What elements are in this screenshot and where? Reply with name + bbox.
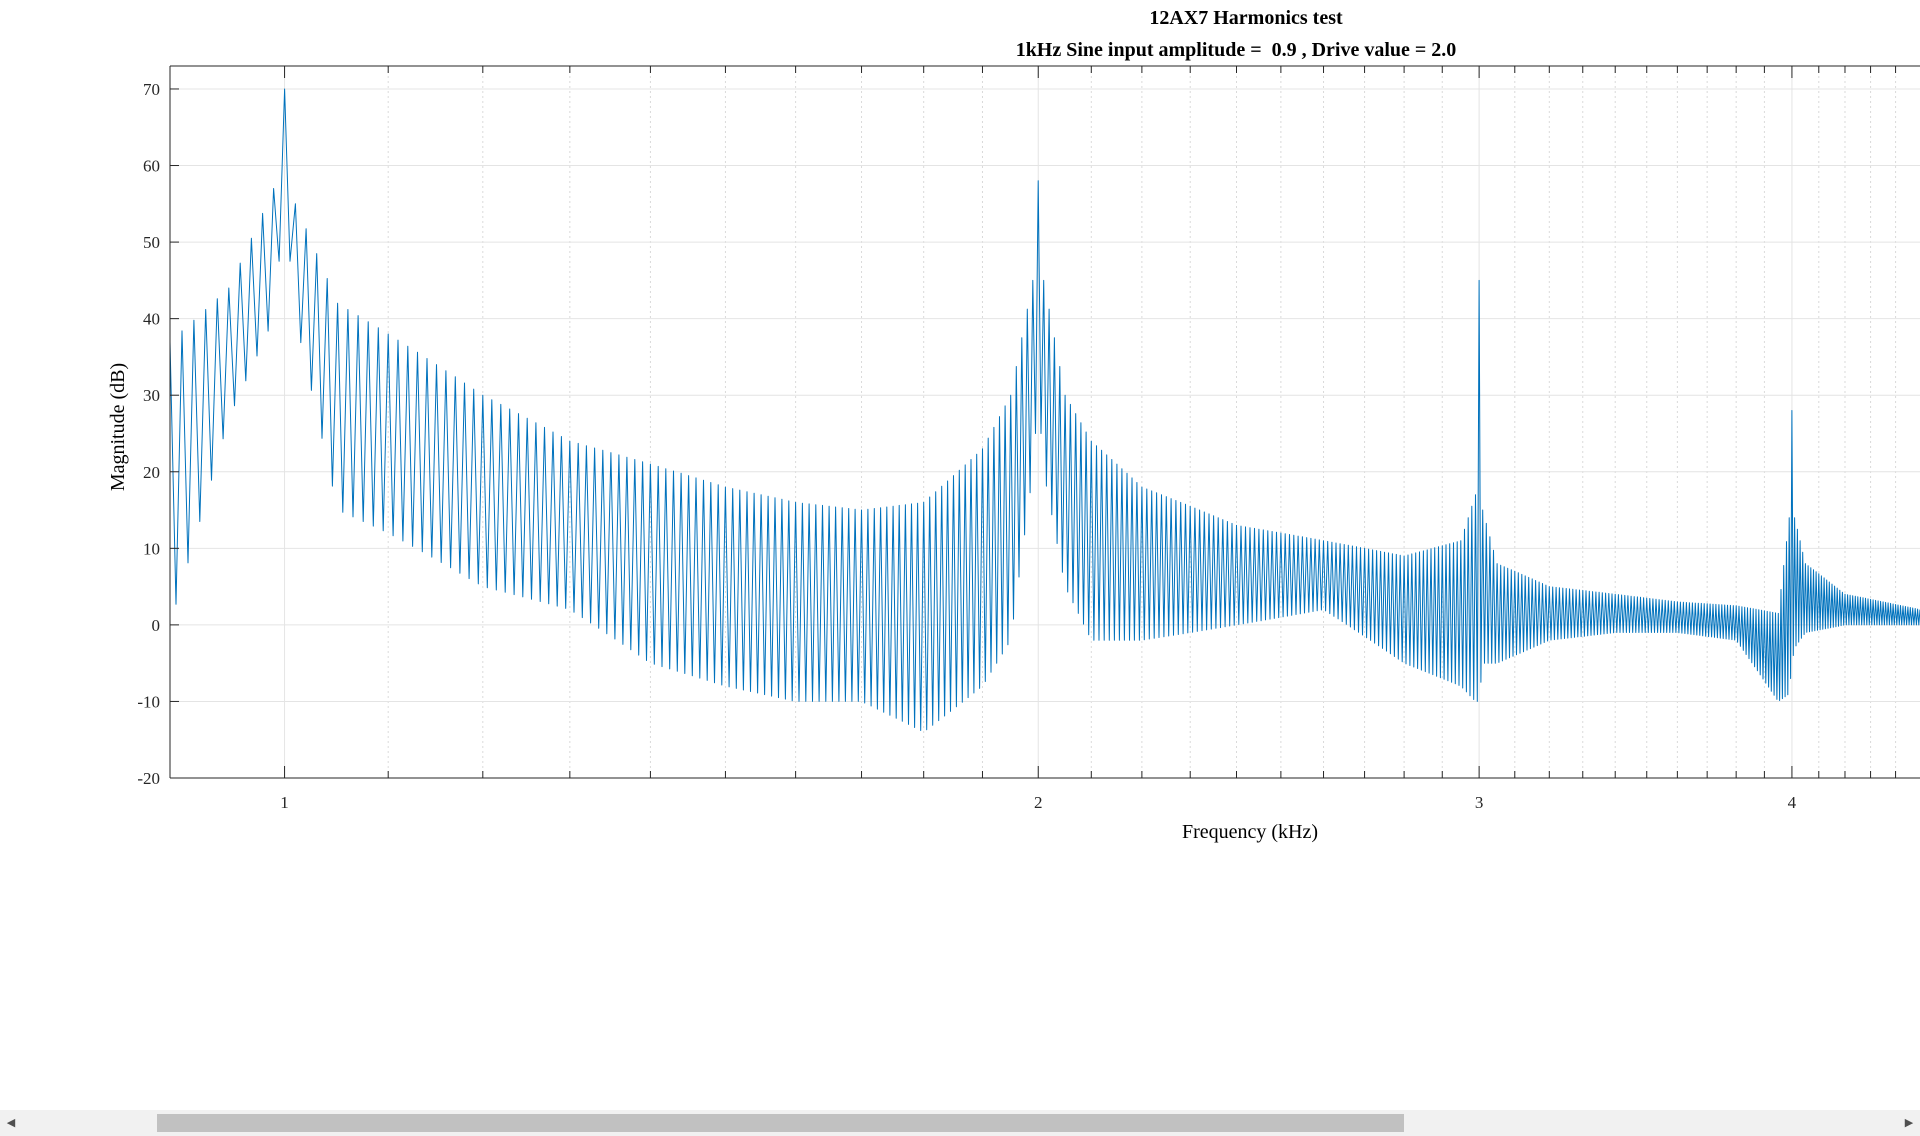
grid: [170, 66, 1920, 779]
y-tick-label: 20: [143, 463, 160, 482]
y-tick-label: 30: [143, 386, 160, 405]
tick-labels: -20 -10 0 10 20 30 40 50 60 70 1 2 3 4: [137, 80, 1796, 812]
horizontal-scrollbar[interactable]: ◀ ▶: [0, 1110, 1920, 1136]
x-tick-label: 2: [1034, 793, 1043, 812]
y-tick-label: 10: [143, 539, 160, 558]
y-tick-label: 0: [152, 616, 161, 635]
chart-title: 12AX7 Harmonics test: [1149, 7, 1343, 29]
x-axis-label: Frequency (kHz): [1182, 821, 1318, 843]
y-tick-label: -20: [137, 769, 160, 788]
axes: [169, 65, 1920, 779]
scrollbar-thumb[interactable]: [157, 1114, 1404, 1132]
x-tick-label: 1: [280, 793, 289, 812]
y-tick-label: -10: [137, 692, 160, 711]
y-tick-label: 50: [143, 233, 160, 252]
scroll-left-arrow-icon[interactable]: ◀: [0, 1110, 22, 1136]
series-magnitude: [169, 88, 1920, 731]
y-tick-label: 60: [143, 157, 160, 176]
x-tick-label: 3: [1475, 793, 1484, 812]
series-line: [169, 88, 1920, 731]
y-tick-label: 70: [143, 80, 160, 99]
y-tick-label: 40: [143, 310, 160, 329]
chart-subtitle: 1kHz Sine input amplitude = 0.9 , Drive …: [1016, 39, 1457, 61]
scroll-right-arrow-icon[interactable]: ▶: [1898, 1110, 1920, 1136]
x-tick-label: 4: [1788, 793, 1797, 812]
harmonics-chart: 12AX7 Harmonics test 1kHz Sine input amp…: [107, 7, 1920, 843]
y-axis-label: Magnitude (dB): [107, 363, 129, 491]
